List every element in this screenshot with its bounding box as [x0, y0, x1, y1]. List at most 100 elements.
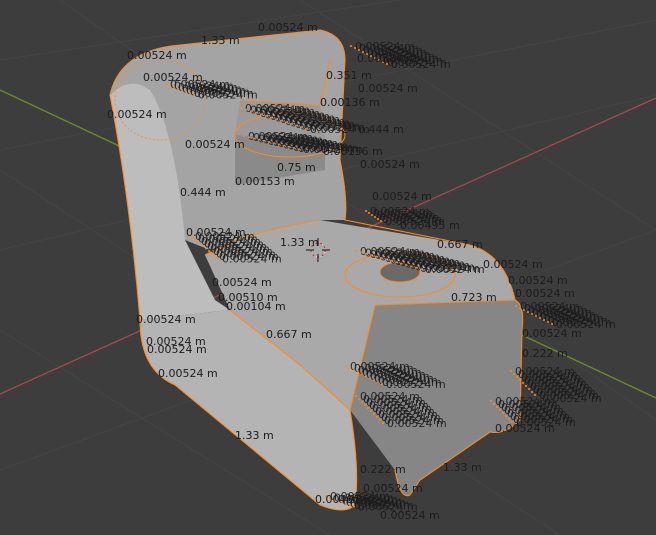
measurement-label: 0.444 m [180, 186, 226, 199]
measurement-label: 1.33 m [235, 429, 274, 442]
vertex-dot [349, 367, 351, 369]
vertex-dot [214, 255, 216, 257]
vertex-dot [370, 410, 372, 412]
vertex-dot [502, 412, 504, 414]
vertex-dot [364, 404, 366, 406]
vertex-dot [211, 252, 213, 255]
vertex-dot [189, 92, 191, 94]
measurement-label: 1.33 m [280, 236, 319, 249]
vertex-dot [268, 141, 270, 143]
measurement-label: 0.00524 m [360, 158, 420, 171]
vertex-dot [365, 252, 367, 255]
vertex-dot [243, 135, 245, 137]
vertex-dot [169, 84, 171, 87]
vertex-dot [275, 118, 277, 121]
vertex-dot [395, 261, 397, 264]
measurement-label: 0.00524 m [136, 313, 196, 326]
vertex-dot [499, 409, 501, 411]
measurement-label: 0.00524 m [495, 422, 555, 435]
vertex-dot [208, 250, 210, 252]
measurement-label: 0.00524 m [143, 71, 203, 84]
vertex-dot [245, 108, 247, 111]
viewport-canvas[interactable]: 0.00524 m0.00524 m0.00524 m0.00524 m0.00… [0, 0, 656, 535]
vertex-dot [285, 121, 287, 124]
vertex-dot [510, 370, 512, 372]
measurement-label: 0.00524 m [127, 49, 187, 62]
measurement-label: 0.00524 m [358, 82, 418, 95]
vertex-dot [380, 220, 382, 222]
vertex-dot [376, 416, 378, 418]
vertex-dot [260, 113, 262, 116]
measurement-label: 0.00524 m [508, 274, 568, 287]
vertex-dot [380, 257, 382, 259]
measurement-label: 0.444 m [358, 123, 404, 136]
vertex-dot [173, 86, 175, 88]
vertex-dot [508, 418, 510, 420]
measurement-label: 0.723 m [451, 291, 497, 304]
vertex-dot [382, 422, 384, 424]
measurement-clutter-label: 0.00524 m [387, 417, 447, 430]
vertex-dot [270, 116, 272, 119]
vertex-dot [350, 45, 352, 47]
vertex-dot [265, 115, 267, 117]
vertex-dot [493, 403, 495, 405]
vertex-dot [196, 240, 198, 242]
vertex-dot [280, 119, 282, 122]
vertex-dot [535, 315, 537, 317]
measurement-label: 0.00524 m [522, 327, 582, 340]
measurement-label: 0.667 m [266, 328, 312, 341]
measurement-label: 0.00524 m [483, 258, 543, 271]
vertex-dot [361, 373, 363, 375]
measurement-label: 0.00524 m [212, 276, 272, 289]
measurement-label: 0.00136 m [323, 145, 383, 158]
vertex-dot [278, 143, 280, 146]
vertex-dot [248, 136, 250, 139]
vertex-dot [357, 371, 359, 373]
vertex-dot [516, 376, 518, 378]
vertex-dot [355, 395, 357, 397]
vertex-dot [358, 49, 360, 51]
vertex-dot [273, 142, 275, 145]
measurement-clutter-label: 0.00524 m [222, 253, 282, 266]
vertex-dot [371, 214, 373, 216]
measurement-label: 0.00524 m [258, 21, 318, 34]
vertex-dot [298, 148, 300, 151]
measurement-label: 1.33 m [201, 34, 240, 47]
measurement-label: 0.00524 m [380, 509, 440, 522]
vertex-dot [354, 47, 356, 49]
vertex-dot [360, 251, 362, 254]
vertex-dot [377, 381, 379, 383]
vertex-dot [365, 210, 367, 212]
vertex-dot [199, 242, 201, 245]
vertex-dot [253, 137, 255, 140]
vertex-dot [373, 413, 375, 415]
vertex-dot [531, 391, 533, 393]
measurement-label: 0.00524 m [107, 108, 167, 121]
measurement-label: 0.00524 m [372, 190, 432, 203]
vertex-dot [202, 245, 204, 247]
vertex-dot [375, 255, 377, 258]
vertex-dot [543, 319, 545, 321]
vertex-dot [519, 307, 521, 309]
vertex-dot [258, 138, 260, 141]
vertex-dot [193, 93, 195, 96]
vertex-dot [368, 212, 370, 214]
vertex-dot [515, 305, 517, 307]
vertex-dot [300, 126, 302, 129]
measurement-label: 0.00524 m [515, 287, 575, 300]
measurement-clutter-label: 0.00524 m [198, 89, 258, 102]
vertex-dot [240, 107, 242, 109]
vertex-dot [496, 406, 498, 408]
measurement-label: 0.00524 m [158, 367, 218, 380]
vertex-dot [369, 377, 371, 379]
3d-viewport[interactable]: 0.00524 m 0.00524 m 0.00524 m 0.00524 m 0.00… [0, 0, 656, 535]
vertex-dot [263, 139, 265, 142]
vertex-dot [290, 123, 292, 125]
vertex-dot [505, 415, 507, 417]
vertex-dot [390, 259, 392, 262]
vertex-dot [377, 218, 379, 220]
vertex-dot [513, 373, 515, 375]
vertex-dot [490, 400, 492, 402]
measurement-label: 0.667 m [437, 238, 483, 251]
vertex-dot [185, 90, 187, 93]
